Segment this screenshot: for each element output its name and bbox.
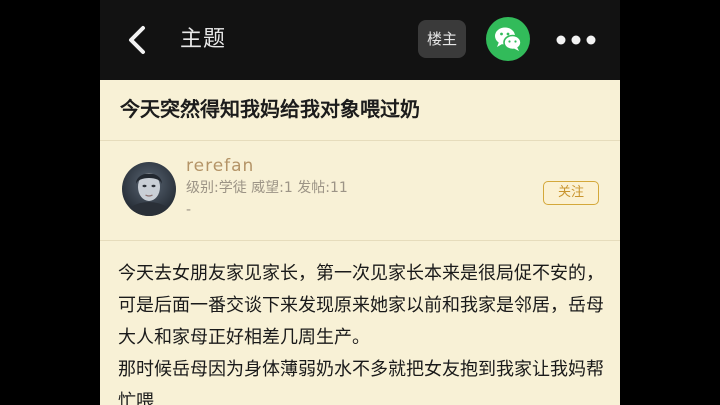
divider [100,140,620,141]
wechat-share-button[interactable] [486,17,530,61]
post-title-bar: 今天突然得知我妈给我对象喂过奶 [100,80,620,140]
chevron-left-icon [129,26,145,54]
follow-button[interactable]: 关注 [543,181,599,205]
only-op-button[interactable]: 楼主 [418,20,466,58]
avatar-image [122,162,176,216]
phone-screen: 主题 楼主 今天突然得知我妈给我对象喂过奶 rerefan 级别:学徒 威望:1… [100,0,620,405]
post-paragraph: 今天去女朋友家见家长，第一次见家长本来是很局促不安的，可是后面一番交谈下来发现原… [118,263,604,348]
top-navigation-bar: 主题 楼主 [100,0,620,80]
author-card: rerefan 级别:学徒 威望:1 发帖:11 - 关注 [100,146,620,236]
post-paragraph: 那时候岳母因为身体薄弱奶水不多就把女友抱到我家让我妈帮忙喂 [118,359,604,405]
divider [100,240,620,241]
wechat-icon [495,27,522,51]
more-options-button[interactable] [552,27,600,53]
post-content: 今天去女朋友家见家长，第一次见家长本来是很局促不安的，可是后面一番交谈下来发现原… [118,258,604,405]
back-button[interactable] [122,22,156,58]
more-horizontal-icon [556,35,596,45]
author-name[interactable]: rerefan [186,154,254,178]
author-signature: - [186,202,192,218]
author-stats: 级别:学徒 威望:1 发帖:11 [186,180,348,196]
post-title: 今天突然得知我妈给我对象喂过奶 [120,97,420,121]
avatar[interactable] [122,162,176,216]
page-title: 主题 [180,27,227,52]
